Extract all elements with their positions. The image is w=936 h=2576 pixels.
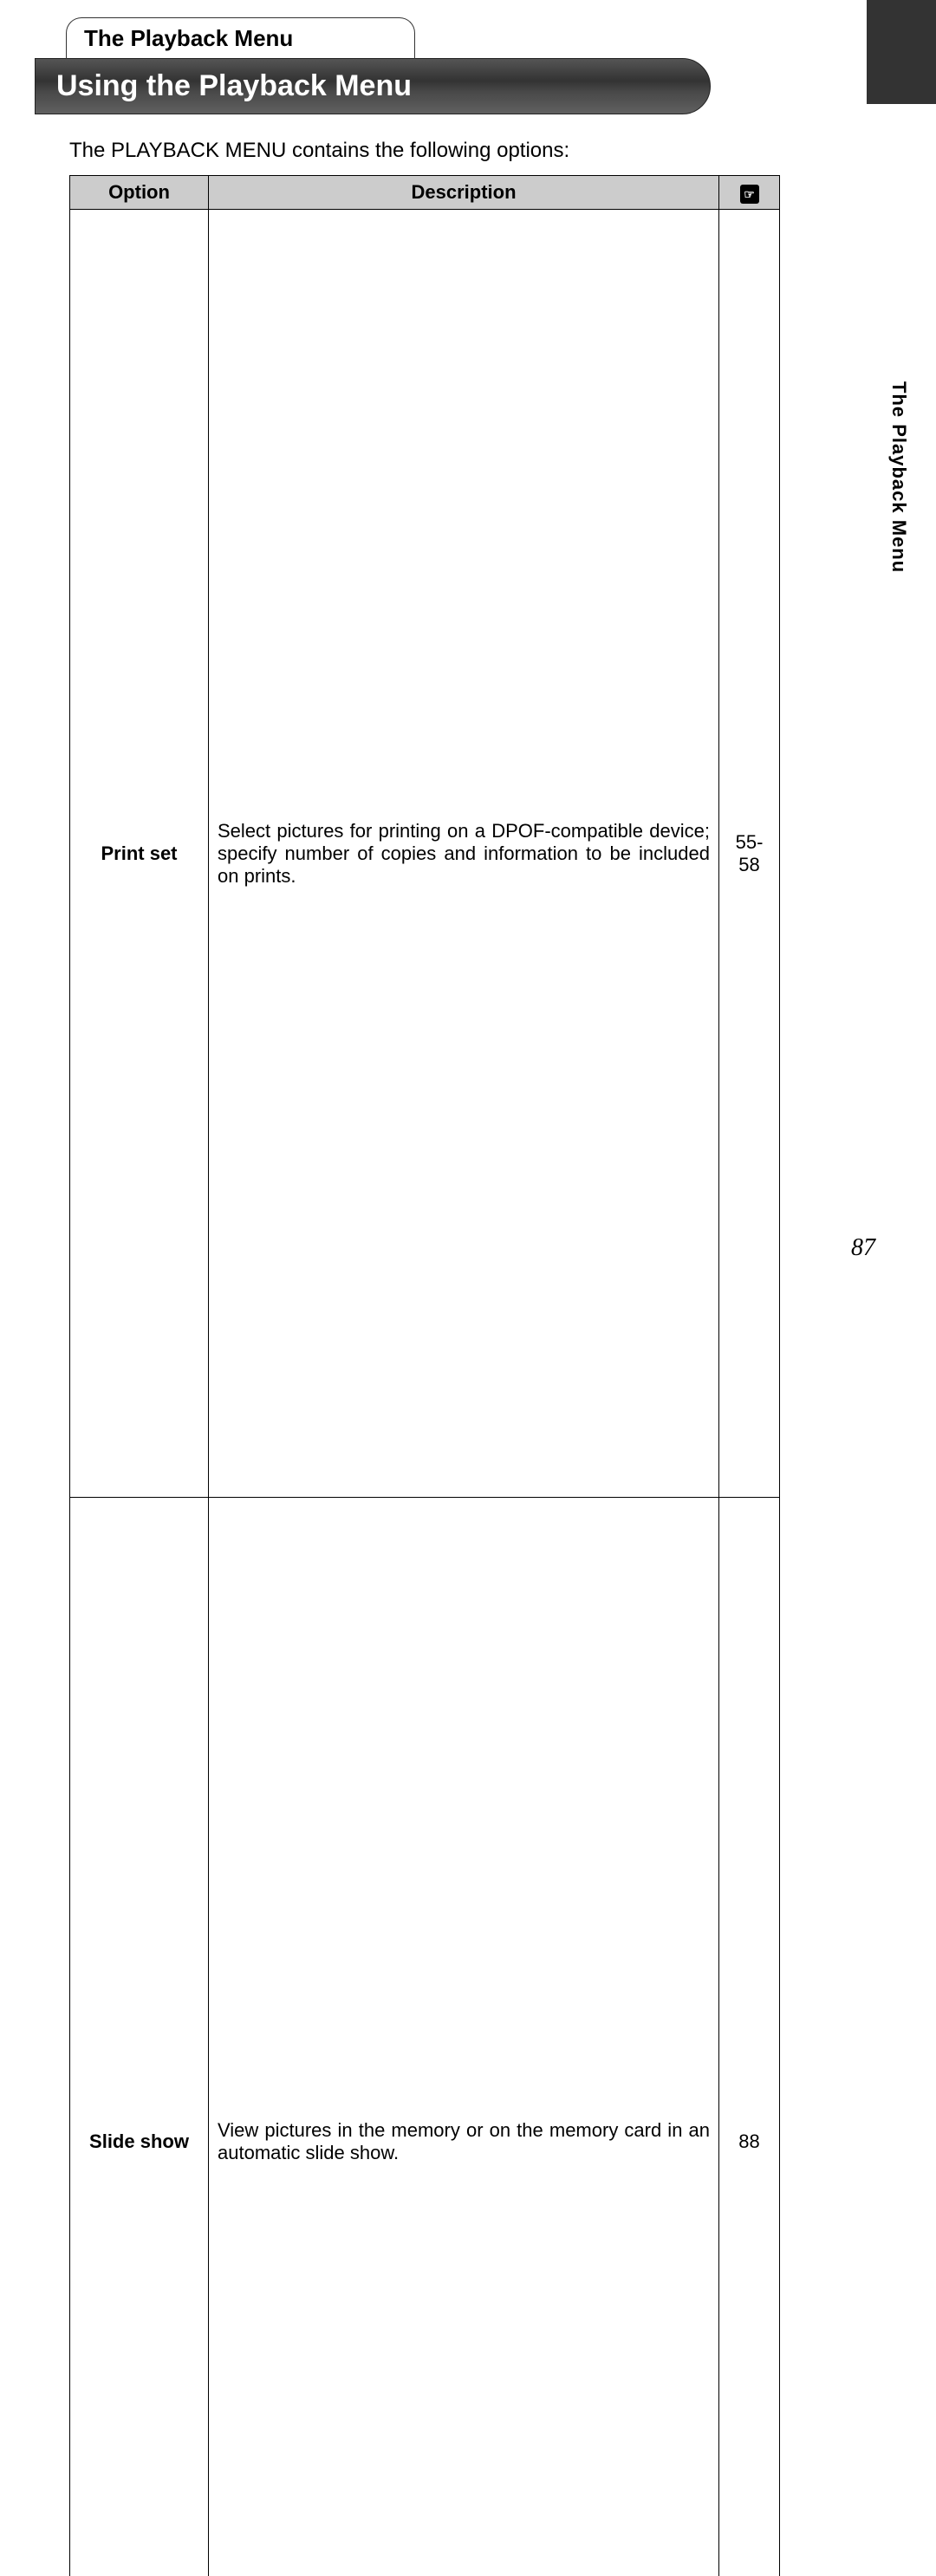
intro-text: The PLAYBACK MENU contains the following…: [69, 139, 884, 163]
table-row: Print set Select pictures for printing o…: [70, 210, 780, 1498]
opt-desc: View pictures in the memory or on the me…: [209, 1498, 719, 2576]
opt-desc: Select pictures for printing on a DPOF-c…: [209, 210, 719, 1498]
page-title: Using the Playback Menu: [35, 58, 711, 114]
side-section-label: The Playback Menu: [887, 381, 910, 573]
col-option: Option: [70, 176, 209, 210]
section-tab: The Playback Menu: [66, 17, 415, 59]
col-description: Description: [209, 176, 719, 210]
col-page-ref: ☞: [719, 176, 780, 210]
page-number: 87: [851, 1234, 875, 1262]
page-ref-icon: ☞: [740, 185, 759, 204]
table-row: Slide show View pictures in the memory o…: [70, 1498, 780, 2576]
options-table: Option Description ☞ Print set Select pi…: [69, 175, 780, 2576]
opt-page: 55-58: [719, 210, 780, 1498]
opt-page: 88: [719, 1498, 780, 2576]
thumb-tab: [867, 0, 936, 104]
opt-name: Print set: [70, 210, 209, 1498]
opt-name: Slide show: [70, 1498, 209, 2576]
